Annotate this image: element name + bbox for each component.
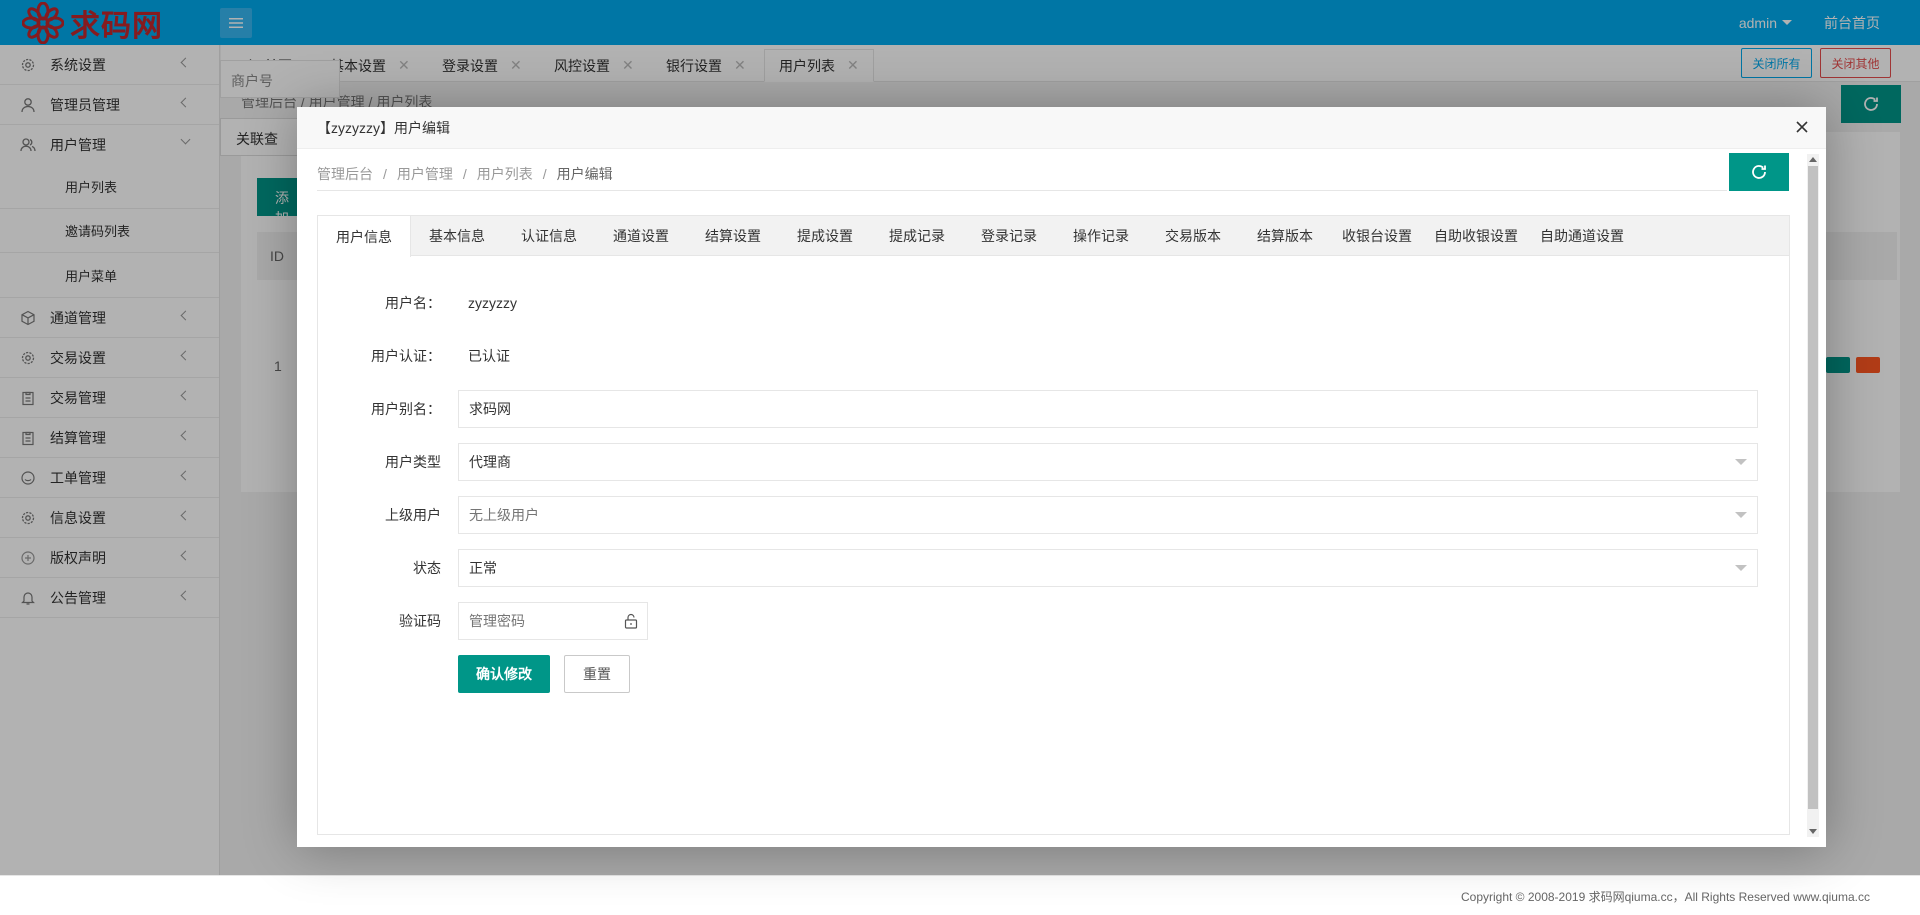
footer-copyright: Copyright © 2008-2019 求码网qiuma.cc，All Ri… (1460, 890, 1870, 904)
alias-label: 用户别名： (371, 401, 441, 417)
auth-label: 用户认证： (371, 348, 441, 364)
tab-channel-settings[interactable]: 通道设置 (595, 216, 687, 256)
status-label: 状态 (413, 560, 441, 576)
tab-operation-records[interactable]: 操作记录 (1055, 216, 1147, 256)
modal-scrollbar[interactable] (1807, 154, 1819, 837)
status-value: 正常 (469, 560, 497, 576)
breadcrumb-divider (317, 190, 1727, 191)
tab-self-channel-settings[interactable]: 自助通道设置 (1529, 216, 1635, 256)
tab-self-cashier-settings[interactable]: 自助收银设置 (1423, 216, 1529, 256)
breadcrumb-current: 用户编辑 (556, 166, 613, 182)
scrollbar-thumb[interactable] (1808, 166, 1818, 809)
scroll-up-arrow-icon[interactable] (1809, 157, 1817, 162)
user-edit-card: 用户信息 基本信息 认证信息 通道设置 结算设置 提成设置 提成记录 登录记录 … (317, 215, 1790, 835)
tab-settlement-settings[interactable]: 结算设置 (687, 216, 779, 256)
scroll-down-arrow-icon[interactable] (1809, 829, 1817, 834)
user-edit-tabs: 用户信息 基本信息 认证信息 通道设置 结算设置 提成设置 提成记录 登录记录 … (318, 216, 1789, 257)
footer: Copyright © 2008-2019 求码网qiuma.cc，All Ri… (0, 875, 1920, 915)
reset-button[interactable]: 重置 (564, 655, 630, 693)
form-row-parent: 上级用户 无上级用户 (318, 496, 1791, 534)
tab-commission-records[interactable]: 提成记录 (871, 216, 963, 256)
tab-auth-info[interactable]: 认证信息 (503, 216, 595, 256)
confirm-edit-button[interactable]: 确认修改 (458, 655, 550, 693)
username-value: zyzyzzy (468, 295, 517, 311)
user-edit-modal: 【zyzyzzy】用户编辑 管理后台 / 用户管理 / 用户列表 / 用户编辑 用户信息 基… (297, 107, 1826, 847)
form-row-status: 状态 正常 (318, 549, 1791, 587)
alias-input[interactable]: 求码网 (458, 390, 1758, 428)
tab-basic-info[interactable]: 基本信息 (411, 216, 503, 256)
user-type-select[interactable]: 代理商 (458, 443, 1758, 481)
tab-trade-version[interactable]: 交易版本 (1147, 216, 1239, 256)
form-row-username: 用户名： zyzyzzy (318, 284, 1791, 322)
form-row-captcha: 验证码 管理密码 (318, 602, 1791, 640)
captcha-placeholder: 管理密码 (469, 613, 525, 629)
breadcrumb-item[interactable]: 用户列表 (477, 166, 533, 182)
parent-user-value: 无上级用户 (469, 507, 539, 523)
form-row-type: 用户类型 代理商 (318, 443, 1791, 481)
parent-user-select[interactable]: 无上级用户 (458, 496, 1758, 534)
breadcrumb-item[interactable]: 管理后台 (317, 166, 373, 182)
parent-label: 上级用户 (385, 507, 441, 523)
form-row-alias: 用户别名： 求码网 (318, 390, 1791, 428)
modal-body: 管理后台 / 用户管理 / 用户列表 / 用户编辑 用户信息 基本信息 认证信息 通道设置 … (297, 150, 1826, 847)
captcha-label: 验证码 (399, 613, 441, 629)
tab-commission-settings[interactable]: 提成设置 (779, 216, 871, 256)
tab-user-info[interactable]: 用户信息 (318, 216, 411, 257)
type-label: 用户类型 (385, 454, 441, 470)
refresh-icon (1752, 165, 1766, 179)
form-row-actions: 确认修改 重置 (318, 655, 1791, 693)
auth-value: 已认证 (468, 348, 510, 364)
close-icon[interactable] (1794, 119, 1810, 135)
form-row-auth: 用户认证： 已认证 (318, 337, 1791, 375)
refresh-button[interactable] (1729, 153, 1789, 191)
username-label: 用户名： (385, 295, 441, 311)
captcha-input[interactable]: 管理密码 (458, 602, 648, 640)
status-select[interactable]: 正常 (458, 549, 1758, 587)
tab-login-records[interactable]: 登录记录 (963, 216, 1055, 256)
tab-cashier-settings[interactable]: 收银台设置 (1331, 216, 1423, 256)
tab-settlement-version[interactable]: 结算版本 (1239, 216, 1331, 256)
unlock-icon (624, 613, 638, 629)
modal-title: 【zyzyzzy】用户编辑 (297, 107, 1826, 149)
breadcrumb: 管理后台 / 用户管理 / 用户列表 / 用户编辑 (317, 166, 613, 182)
breadcrumb-item[interactable]: 用户管理 (397, 166, 453, 182)
user-type-value: 代理商 (469, 454, 511, 470)
